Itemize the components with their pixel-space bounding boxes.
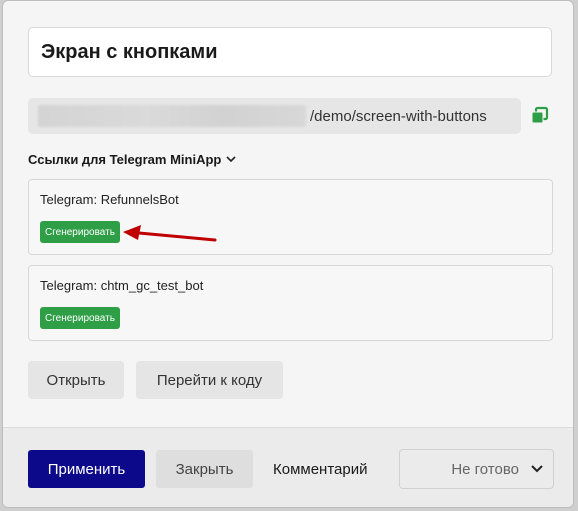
annotation-arrow: [123, 225, 217, 242]
chevron-down-icon: [226, 156, 236, 163]
generate-link-button[interactable]: Сгенерировать: [40, 307, 120, 329]
copy-icon[interactable]: [530, 106, 550, 126]
status-select[interactable]: Не готово: [399, 449, 554, 489]
modal-footer: Применить Закрыть Комментарий Не готово: [3, 427, 573, 507]
telegram-bot-card: Telegram: RefunnelsBot Сгенерировать: [28, 179, 553, 255]
telegram-links-toggle[interactable]: Ссылки для Telegram MiniApp: [28, 152, 236, 167]
comment-link[interactable]: Комментарий: [273, 461, 367, 478]
url-domain-blurred: [38, 105, 306, 127]
screen-title-text: Экран с кнопками: [41, 40, 218, 63]
close-button[interactable]: Закрыть: [156, 450, 253, 488]
status-value: Не готово: [451, 460, 519, 478]
telegram-links-label: Ссылки для Telegram MiniApp: [28, 152, 222, 167]
apply-button[interactable]: Применить: [28, 450, 145, 488]
screen-url-field[interactable]: /demo/screen-with-buttons: [28, 98, 521, 134]
screen-settings-modal: Экран с кнопками /demo/screen-with-butto…: [2, 0, 574, 508]
generate-link-button[interactable]: Сгенерировать: [40, 221, 120, 243]
url-path: /demo/screen-with-buttons: [310, 107, 487, 125]
telegram-bot-label: Telegram: RefunnelsBot: [40, 192, 179, 207]
open-button[interactable]: Открыть: [28, 361, 124, 399]
telegram-bot-label: Telegram: chtm_gc_test_bot: [40, 278, 204, 293]
goto-code-button[interactable]: Перейти к коду: [136, 361, 283, 399]
chevron-down-icon: [531, 465, 543, 473]
screen-title-input[interactable]: Экран с кнопками: [28, 27, 552, 77]
telegram-bot-card: Telegram: chtm_gc_test_bot Сгенерировать: [28, 265, 553, 341]
